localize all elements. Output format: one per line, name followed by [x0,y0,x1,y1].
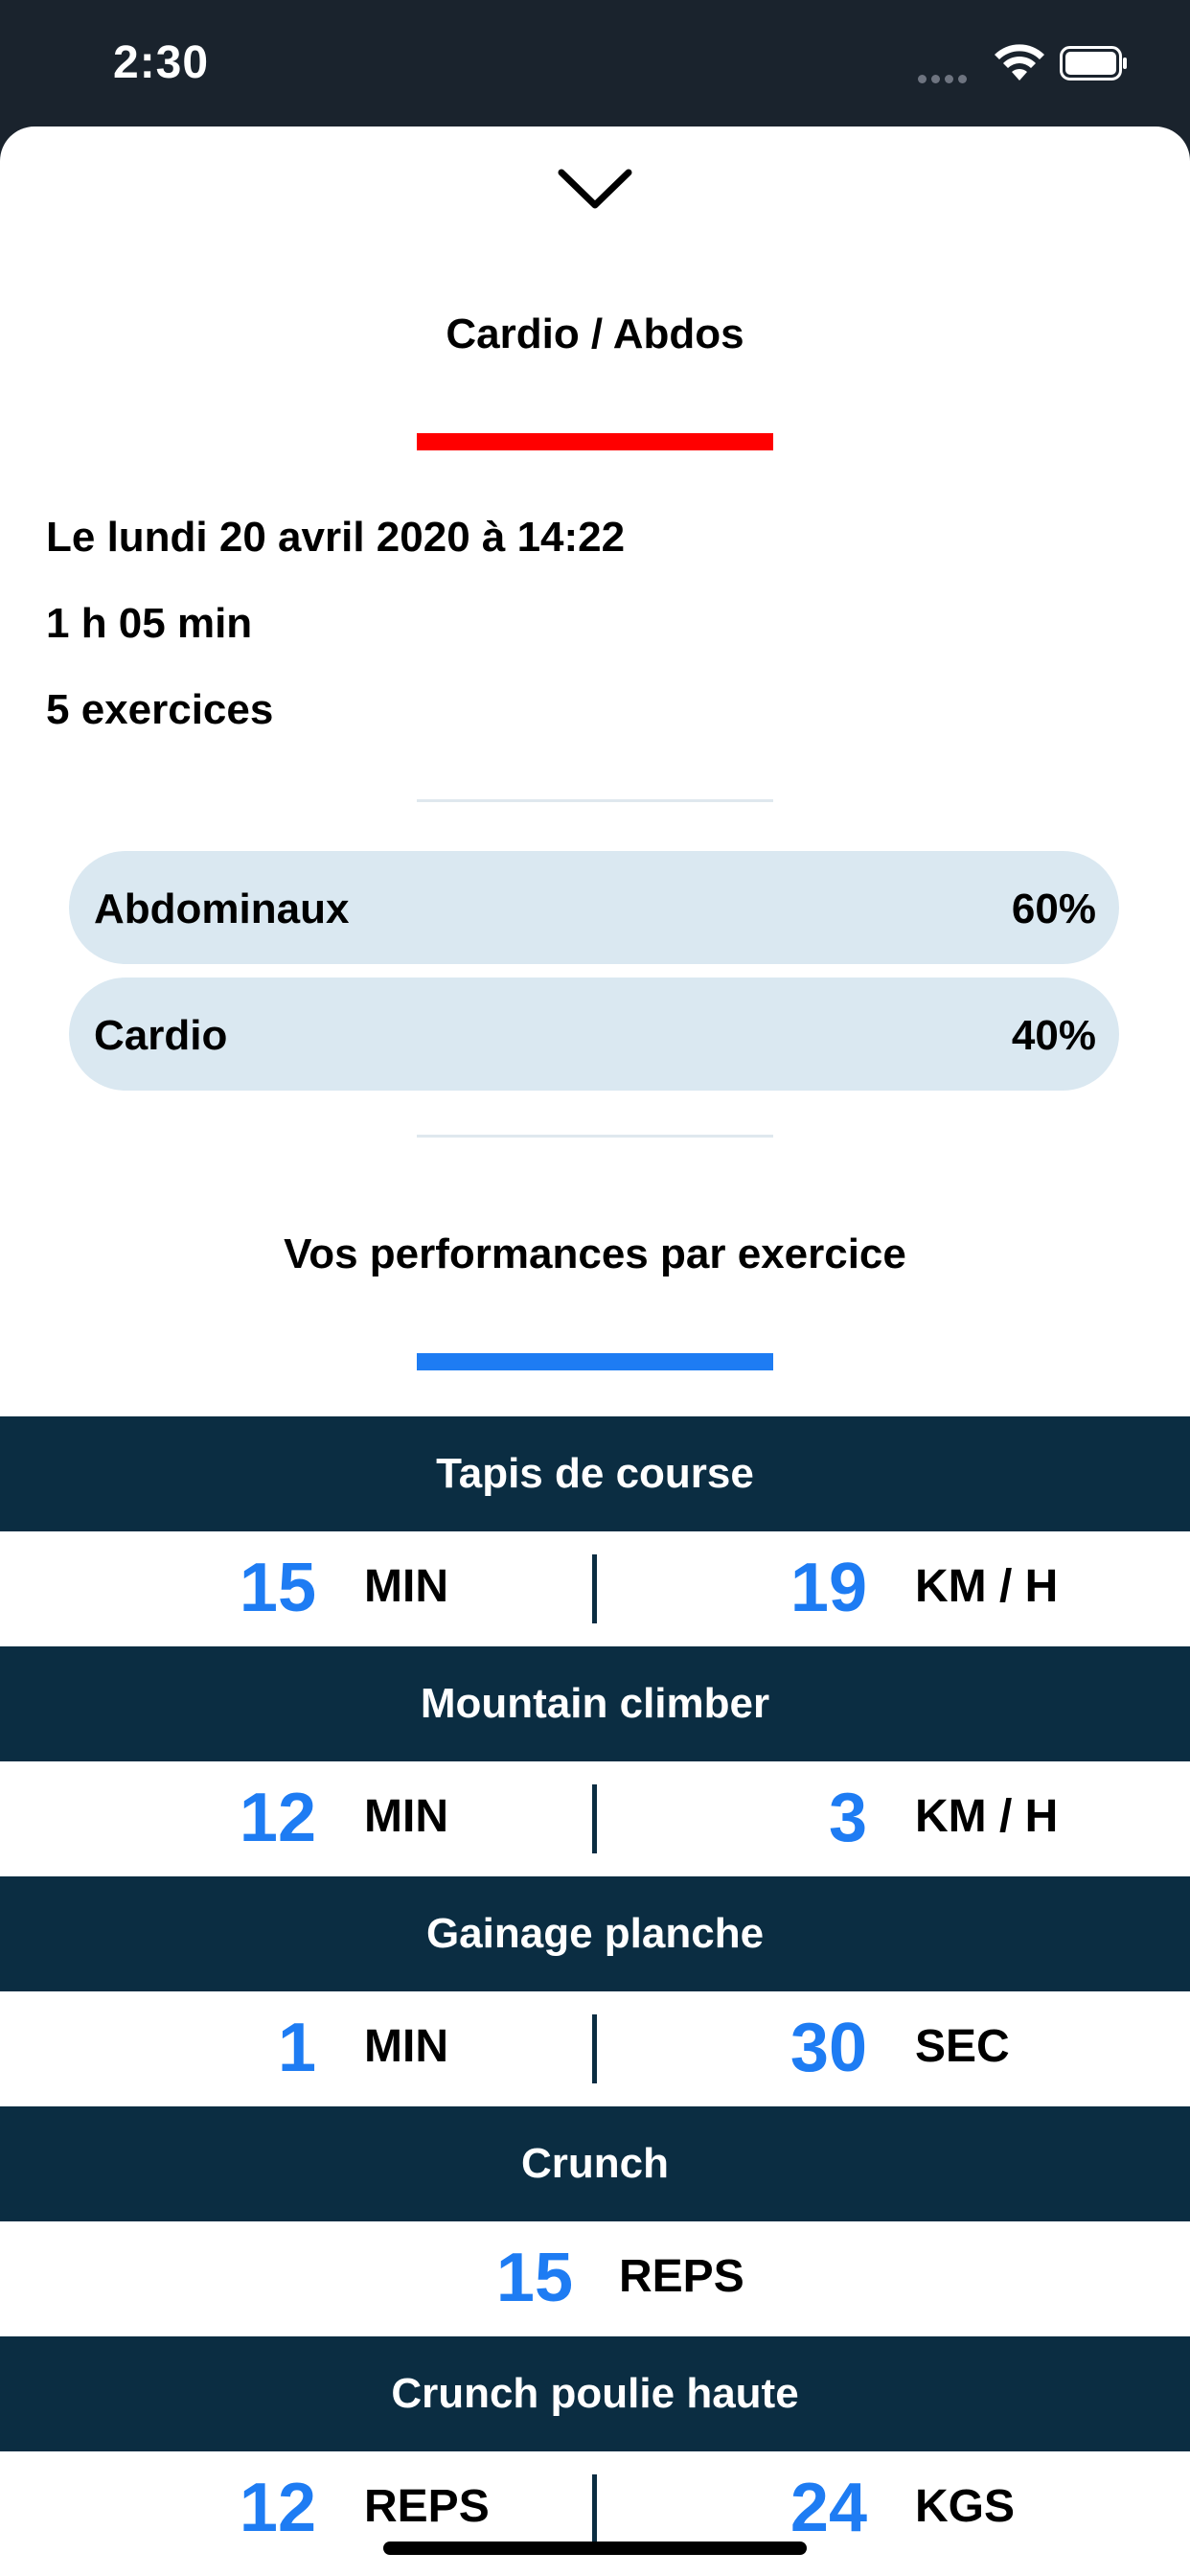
status-bar: 2:30 [0,0,1190,126]
exercise-stats-row: 1 MIN 30 SEC [0,1991,1190,2106]
status-icons [918,42,1129,88]
wifi-icon [995,44,1044,80]
chevron-down-icon[interactable] [556,165,634,213]
battery-icon [1060,46,1127,80]
workout-exercise-count: 5 exercices [46,686,274,733]
divider [417,799,773,802]
stat-unit: SEC [915,2021,1010,2072]
exercise-header: Gainage planche [0,1876,1190,1991]
workout-duration: 1 h 05 min [46,600,253,647]
stat-value: 1 [277,2010,316,2086]
category-name: Abdominaux [94,886,350,932]
stat-unit: KGS [915,2481,1016,2532]
exercise-stats-row: 15 MIN 19 KM / H [0,1531,1190,1646]
category-percent: 60% [1011,886,1096,932]
stat-value: 15 [495,2240,573,2316]
stat-unit: KM / H [915,1561,1059,1612]
stat-value: 15 [239,1550,316,1626]
workout-date: Le lundi 20 avril 2020 à 14:22 [46,514,626,561]
stat-unit: MIN [364,2021,448,2072]
category-pill: Abdominaux 60% [69,851,1119,964]
stat-separator [592,2014,597,2083]
exercise-header: Tapis de course [0,1416,1190,1531]
exercise-header: Crunch [0,2106,1190,2221]
stat-value: 3 [828,1780,867,1856]
performance-accent-bar [417,1353,773,1370]
stat-unit: REPS [364,2481,490,2532]
stat-unit: MIN [364,1791,448,1842]
stat-separator [592,1554,597,1623]
signal-icon [918,71,972,88]
performance-title: Vos performances par exercice [284,1230,906,1277]
exercise-stats-row: 15 REPS [0,2221,1190,2336]
status-time: 2:30 [113,37,210,88]
exercise-header: Mountain climber [0,1646,1190,1761]
category-pill: Cardio 40% [69,978,1119,1091]
category-percent: 40% [1011,1012,1096,1059]
stat-unit: KM / H [915,1791,1059,1842]
stat-value: 24 [790,2470,867,2546]
workout-title: Cardio / Abdos [446,310,744,357]
stat-separator [592,2474,597,2543]
stat-value: 30 [790,2010,867,2086]
exercise-stats-row: 12 MIN 3 KM / H [0,1761,1190,1876]
title-accent-bar [417,433,773,450]
stat-unit: MIN [364,1561,448,1612]
divider [417,1135,773,1138]
exercise-header: Crunch poulie haute [0,2336,1190,2451]
stat-value: 19 [790,1550,867,1626]
home-indicator[interactable] [383,2542,807,2555]
category-name: Cardio [94,1012,228,1059]
stat-value: 12 [239,1780,316,1856]
stat-separator [592,1784,597,1853]
stat-unit: REPS [619,2251,744,2302]
workout-detail-sheet: Cardio / Abdos Le lundi 20 avril 2020 à … [0,126,1190,2576]
stat-value: 12 [239,2470,316,2546]
